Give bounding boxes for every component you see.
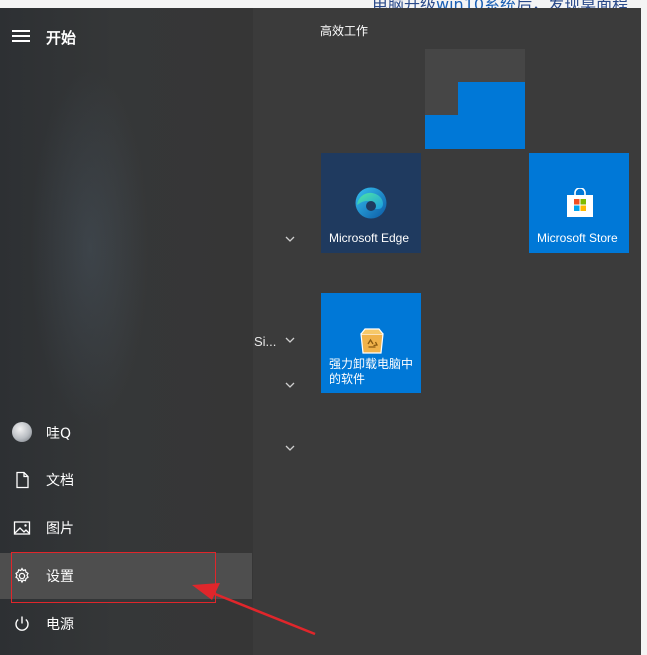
rail-item-user-label: 哇Q bbox=[46, 426, 72, 442]
edge-icon bbox=[354, 186, 388, 220]
tile-microsoft-store[interactable]: Microsoft Store bbox=[529, 153, 629, 253]
rail-item-documents[interactable]: 文档 bbox=[0, 457, 252, 503]
tile-group-title[interactable]: 高效工作 bbox=[320, 22, 368, 39]
chevron-down-icon[interactable] bbox=[284, 379, 296, 389]
annotation-highlight-box bbox=[11, 552, 216, 603]
chevron-down-icon[interactable] bbox=[284, 334, 296, 344]
tile-placeholder-blue[interactable] bbox=[425, 82, 525, 149]
tile-microsoft-edge-label: Microsoft Edge bbox=[329, 231, 410, 245]
power-icon bbox=[12, 614, 32, 634]
app-list-item-partial[interactable]: Si... bbox=[254, 334, 276, 349]
recycle-box-icon bbox=[359, 326, 385, 354]
tile-microsoft-edge[interactable]: Microsoft Edge bbox=[321, 153, 421, 253]
rail-item-documents-label: 文档 bbox=[46, 473, 74, 489]
user-avatar bbox=[12, 422, 32, 442]
app-list bbox=[253, 8, 303, 655]
chevron-down-icon[interactable] bbox=[284, 233, 296, 243]
rail-item-power[interactable]: 电源 bbox=[0, 601, 252, 647]
start-title: 开始 bbox=[46, 29, 77, 47]
rail-item-pictures[interactable]: 图片 bbox=[0, 505, 252, 551]
tile-uninstall-software[interactable]: 强力卸载电脑中的软件 bbox=[321, 293, 421, 393]
rail-item-power-label: 电源 bbox=[46, 617, 74, 633]
tile-uninstall-software-label: 强力卸载电脑中的软件 bbox=[329, 357, 414, 386]
picture-icon bbox=[12, 518, 32, 538]
rail-item-user[interactable]: 哇Q bbox=[0, 410, 252, 456]
tile-microsoft-store-label: Microsoft Store bbox=[537, 231, 618, 245]
rail-item-pictures-label: 图片 bbox=[46, 521, 74, 537]
store-bag-icon bbox=[564, 187, 596, 218]
document-icon bbox=[12, 470, 32, 490]
chevron-down-icon[interactable] bbox=[284, 442, 296, 452]
hamburger-menu-icon[interactable] bbox=[12, 30, 30, 42]
